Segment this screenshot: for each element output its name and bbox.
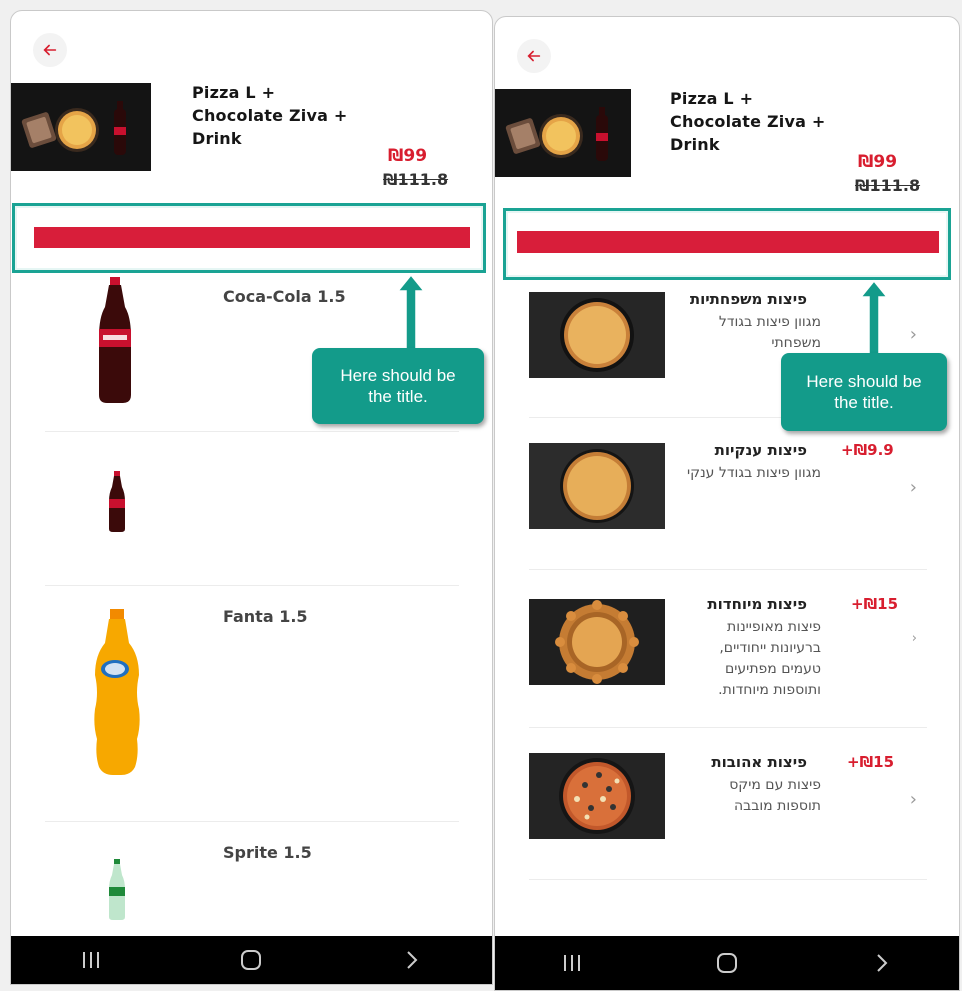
category-name: פיצות מיוחדות xyxy=(707,595,807,613)
list-item[interactable]: פיצות מיוחדות פיצות מאופיינות ברעיונות י… xyxy=(495,571,959,731)
chevron-right-icon: › xyxy=(909,324,917,345)
list-item[interactable] xyxy=(11,433,492,583)
product-title: Pizza L + Chocolate Ziva + Drink xyxy=(192,81,347,150)
pizza-image xyxy=(529,599,665,685)
pizza-image xyxy=(529,292,665,378)
list-item[interactable]: פיצות אהובות פיצות עם מיקס תוספות מובבה … xyxy=(495,729,959,879)
pizza-image xyxy=(529,443,665,529)
callout-arrow xyxy=(859,279,889,358)
chevron-right-icon xyxy=(876,954,888,972)
product-image xyxy=(11,83,151,171)
list-item[interactable]: Fanta 1.5 xyxy=(11,587,492,819)
home-icon xyxy=(241,950,262,970)
nav-back-button[interactable] xyxy=(382,936,442,984)
price-current: ₪99 xyxy=(858,152,898,172)
left-phone-screen: Pizza L + Chocolate Ziva + Drink ₪99 ₪11… xyxy=(10,10,493,985)
product-image xyxy=(495,89,631,177)
category-name: פיצות משפחתיות xyxy=(689,290,807,308)
cola-bottle-image xyxy=(99,277,131,403)
product-title-line: Pizza L + xyxy=(670,89,754,108)
missing-title-bar xyxy=(517,231,939,253)
product-title-line: Pizza L + xyxy=(192,83,276,102)
price-original: ₪111.8 xyxy=(855,176,921,195)
divider xyxy=(529,879,927,880)
drink-name: Fanta 1.5 xyxy=(223,607,308,626)
recent-apps-button[interactable] xyxy=(542,939,602,987)
category-price: +₪15 xyxy=(847,753,895,771)
divider xyxy=(529,569,927,570)
nav-back-button[interactable] xyxy=(852,939,912,987)
price-original: ₪111.8 xyxy=(383,170,449,189)
chevron-right-icon: › xyxy=(909,789,917,810)
back-button[interactable] xyxy=(33,33,67,67)
divider xyxy=(45,585,459,586)
arrow-left-icon xyxy=(43,44,57,56)
callout-line: the title. xyxy=(834,393,894,412)
back-button[interactable] xyxy=(517,39,551,73)
price-current: ₪99 xyxy=(388,146,428,166)
product-title-line: Drink xyxy=(670,135,720,154)
list-item[interactable]: פיצות ענקיות מגוון פיצות בגודל ענקי +₪9.… xyxy=(495,419,959,569)
list-item[interactable]: Sprite 1.5 xyxy=(11,823,492,933)
product-title-line: Chocolate Ziva + xyxy=(670,112,826,131)
home-button[interactable] xyxy=(221,936,281,984)
divider xyxy=(45,821,459,822)
category-price: +₪15 xyxy=(851,595,899,613)
divider xyxy=(45,431,459,432)
arrow-left-icon xyxy=(527,50,541,62)
category-description: מגוון פיצות בגודל ענקי xyxy=(687,465,821,481)
category-name: פיצות אהובות xyxy=(711,753,807,771)
recent-apps-button[interactable] xyxy=(61,936,121,984)
recent-apps-icon xyxy=(83,952,100,968)
category-description: מגוון פיצות בגודל משפחתי xyxy=(718,314,821,351)
drink-name: Coca-Cola 1.5 xyxy=(223,287,346,306)
cola-small-bottle-image xyxy=(109,471,125,532)
right-phone-screen: Pizza L + Chocolate Ziva + Drink ₪99 ₪11… xyxy=(494,16,960,991)
callout-line: the title. xyxy=(368,387,428,406)
category-name: פיצות ענקיות xyxy=(714,441,807,459)
product-title-line: Chocolate Ziva + xyxy=(192,106,348,125)
category-description: פיצות מאופיינות ברעיונות ייחודיים, טעמים… xyxy=(718,619,821,698)
chevron-right-icon xyxy=(407,951,418,969)
category-description: פיצות עם מיקס תוספות מובבה xyxy=(729,777,821,814)
recent-apps-icon xyxy=(564,955,581,971)
title-callout: Here should be the title. xyxy=(781,353,947,431)
category-price: +₪9.9 xyxy=(841,441,894,459)
home-button[interactable] xyxy=(697,939,757,987)
fanta-bottle-image xyxy=(94,609,140,775)
title-callout: Here should be the title. xyxy=(312,348,484,424)
product-title-line: Drink xyxy=(192,129,242,148)
callout-line: Here should be xyxy=(806,372,922,391)
android-nav-bar xyxy=(11,936,492,984)
divider xyxy=(529,727,927,728)
chevron-right-icon: › xyxy=(909,477,917,498)
drink-name: Sprite 1.5 xyxy=(223,843,312,862)
callout-line: Here should be xyxy=(340,366,456,385)
missing-title-bar xyxy=(34,227,470,248)
android-nav-bar xyxy=(495,936,959,990)
pizza-image xyxy=(529,753,665,839)
product-title: Pizza L + Chocolate Ziva + Drink xyxy=(670,87,825,156)
sprite-bottle-image xyxy=(109,859,125,920)
callout-arrow xyxy=(396,273,426,352)
home-icon xyxy=(716,953,737,973)
chevron-right-icon: › xyxy=(911,631,917,646)
